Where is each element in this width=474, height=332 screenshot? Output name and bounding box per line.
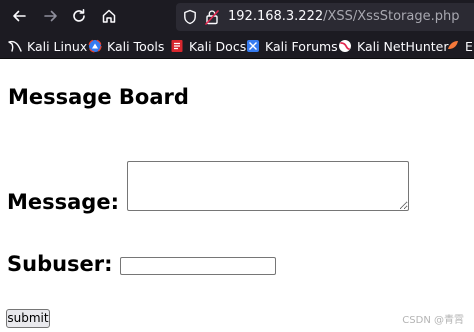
bookmark-label: E	[465, 38, 473, 54]
bookmark-kali-docs[interactable]: Kali Docs	[170, 37, 246, 55]
exploit-db-icon	[446, 39, 460, 53]
subuser-label: Subuser:	[7, 252, 113, 276]
kali-nethunter-icon	[338, 39, 352, 53]
bookmark-label: Kali Linux	[27, 38, 88, 54]
url-path: /XSS/XssStorage.php	[323, 9, 460, 24]
bookmarks-bar: Kali Linux Kali Tools Kali Docs Kali For…	[0, 34, 474, 59]
kali-tools-icon	[88, 39, 102, 53]
subuser-input[interactable]	[120, 257, 276, 275]
bookmark-kali-nethunter[interactable]: Kali NetHunter	[338, 37, 448, 55]
browser-toolbar: 192.168.3.222/XSS/XssStorage.php	[0, 0, 474, 34]
watermark: CSDN @青霄	[402, 315, 464, 326]
kali-dragon-icon	[8, 39, 22, 53]
forward-button[interactable]	[40, 6, 62, 28]
message-label: Message:	[7, 190, 119, 214]
bookmark-kali-forums[interactable]: Kali Forums	[246, 37, 338, 55]
back-button[interactable]	[8, 6, 30, 28]
arrow-left-icon	[11, 8, 27, 27]
kali-docs-icon	[170, 39, 184, 53]
bookmark-label: Kali Docs	[189, 38, 247, 54]
home-icon	[101, 8, 117, 27]
submit-button[interactable]: submit	[6, 309, 50, 328]
shield-icon[interactable]	[182, 8, 198, 26]
page-title: Message Board	[8, 85, 189, 109]
arrow-right-icon	[43, 8, 59, 27]
reload-button[interactable]	[68, 6, 90, 28]
bookmark-label: Kali NetHunter	[357, 38, 449, 54]
page-content: Message Board Message: Subuser: submit C…	[0, 59, 474, 332]
url-text[interactable]: 192.168.3.222/XSS/XssStorage.php	[228, 8, 459, 26]
kali-forums-icon	[246, 39, 260, 53]
home-button[interactable]	[98, 6, 120, 28]
url-host: 192.168.3.222	[228, 9, 324, 24]
address-bar[interactable]: 192.168.3.222/XSS/XssStorage.php	[176, 3, 474, 31]
bookmark-exploit-db[interactable]: E	[446, 37, 473, 55]
bookmark-kali-tools[interactable]: Kali Tools	[88, 37, 164, 55]
message-textarea[interactable]	[127, 161, 409, 211]
reload-icon	[71, 8, 87, 27]
bookmark-kali-linux[interactable]: Kali Linux	[8, 37, 87, 55]
insecure-lock-icon[interactable]	[204, 8, 220, 26]
bookmark-label: Kali Tools	[107, 38, 165, 54]
bookmark-label: Kali Forums	[265, 38, 338, 54]
